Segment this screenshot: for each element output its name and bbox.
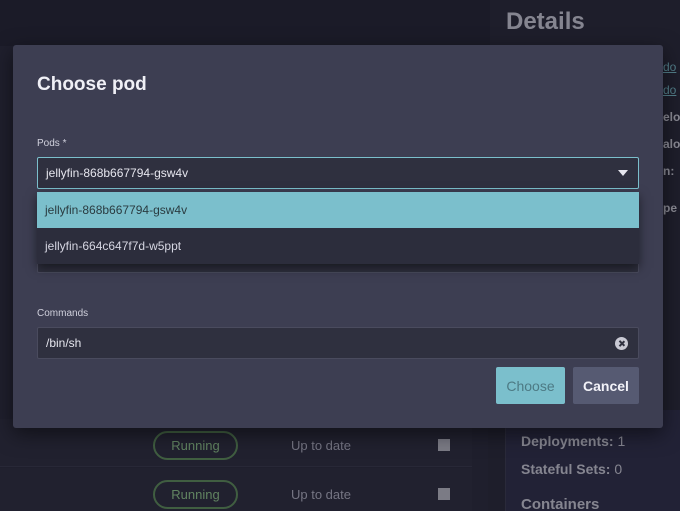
pods-label: Pods *	[37, 138, 67, 149]
cancel-button[interactable]: Cancel	[573, 367, 639, 404]
chevron-down-icon[interactable]	[618, 170, 628, 176]
choose-pod-dialog: Choose pod Pods * jellyfin-868b667794-gs…	[13, 45, 663, 428]
pods-dropdown-menu: jellyfin-868b667794-gsw4v jellyfin-664c6…	[37, 192, 639, 264]
commands-value: /bin/sh	[46, 336, 82, 350]
pods-option[interactable]: jellyfin-868b667794-gsw4v	[37, 192, 639, 228]
commands-label: Commands	[37, 308, 89, 319]
choose-button[interactable]: Choose	[496, 367, 565, 404]
pods-select[interactable]: jellyfin-868b667794-gsw4v	[37, 157, 639, 189]
dialog-title: Choose pod	[37, 74, 147, 95]
clear-icon[interactable]	[615, 337, 628, 350]
pods-select-value: jellyfin-868b667794-gsw4v	[46, 166, 189, 180]
pods-option[interactable]: jellyfin-664c647f7d-w5ppt	[37, 228, 639, 264]
commands-input[interactable]: /bin/sh	[37, 327, 639, 359]
